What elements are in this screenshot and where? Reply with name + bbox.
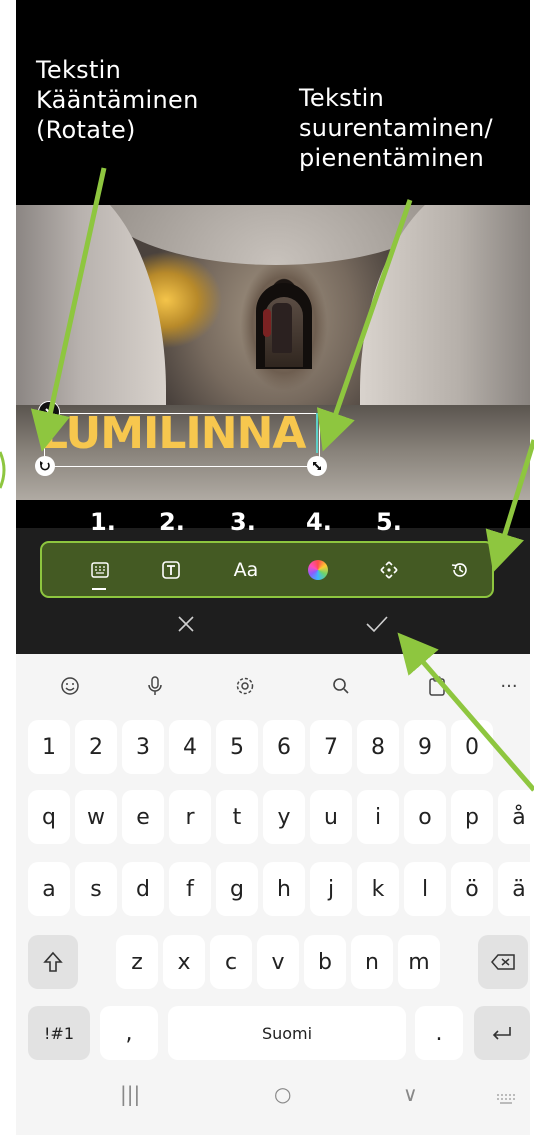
left-edge-arrow-fragment (0, 451, 6, 489)
color-wheel-icon[interactable] (303, 555, 333, 585)
check-icon[interactable] (365, 615, 389, 637)
letter-key-row3-5[interactable]: n (351, 935, 393, 989)
letter-key-row1-8[interactable]: o (404, 790, 446, 844)
letter-key-row3-6[interactable]: m (398, 935, 440, 989)
symbols-key[interactable]: !#1 (28, 1006, 90, 1060)
text-style-icon[interactable] (156, 555, 186, 585)
letter-key-row1-7[interactable]: i (357, 790, 399, 844)
space-key[interactable]: Suomi (168, 1006, 406, 1060)
letter-key-row1-0[interactable]: q (28, 790, 70, 844)
rotate-annotation-line3: (Rotate) (36, 116, 136, 144)
number-key-1[interactable]: 2 (75, 720, 117, 774)
font-button[interactable]: Aa (226, 555, 266, 585)
letter-key-row2-8[interactable]: l (404, 862, 446, 916)
number-key-0[interactable]: 1 (28, 720, 70, 774)
phone-screen: Tekstin Kääntäminen (Rotate) Tekstin suu… (16, 0, 530, 1135)
letter-key-row1-4[interactable]: t (216, 790, 258, 844)
letter-key-row1-10[interactable]: å (498, 790, 530, 844)
letter-key-row3-1[interactable]: x (163, 935, 205, 989)
number-key-9[interactable]: 0 (451, 720, 493, 774)
emoji-icon[interactable] (55, 674, 85, 698)
letter-key-row3-3[interactable]: v (257, 935, 299, 989)
letter-key-row1-6[interactable]: u (310, 790, 352, 844)
letter-key-row2-0[interactable]: a (28, 862, 70, 916)
confirm-bar (16, 600, 530, 654)
home-button[interactable]: ○ (274, 1082, 291, 1106)
letter-key-row3-0[interactable]: z (116, 935, 158, 989)
keyboard-hide-icon[interactable] (496, 1086, 516, 1110)
resize-annotation-line1: Tekstin (299, 84, 385, 112)
letter-key-row2-7[interactable]: k (357, 862, 399, 916)
enter-key[interactable] (474, 1006, 530, 1060)
number-key-3[interactable]: 4 (169, 720, 211, 774)
step-number-1: 1. (90, 508, 116, 536)
rotate-annotation: Tekstin Kääntäminen (Rotate) (36, 55, 199, 145)
back-button[interactable]: ∨ (403, 1082, 418, 1106)
shift-key[interactable] (28, 935, 78, 989)
more-icon[interactable]: ··· (494, 674, 524, 698)
step-number-2: 2. (159, 508, 185, 536)
letter-key-row3-2[interactable]: c (210, 935, 252, 989)
letter-key-row1-2[interactable]: e (122, 790, 164, 844)
delete-handle-icon[interactable] (38, 401, 60, 423)
letter-key-row2-10[interactable]: ä (498, 862, 530, 916)
letter-key-row1-3[interactable]: r (169, 790, 211, 844)
letter-key-row3-4[interactable]: b (304, 935, 346, 989)
recents-button[interactable]: ||| (120, 1082, 140, 1106)
step-number-4: 4. (306, 508, 332, 536)
resize-annotation: Tekstin suurentaminen/ pienentäminen (299, 83, 493, 173)
letter-key-row1-5[interactable]: y (263, 790, 305, 844)
photo-person (272, 303, 292, 353)
rotate-handle-icon[interactable] (35, 456, 55, 476)
period-key[interactable]: . (415, 1006, 463, 1060)
number-key-7[interactable]: 8 (357, 720, 399, 774)
photo-person-red (263, 309, 271, 337)
number-key-6[interactable]: 7 (310, 720, 352, 774)
step-number-3: 3. (230, 508, 256, 536)
mic-icon[interactable] (140, 674, 170, 698)
rotate-annotation-line1: Tekstin (36, 56, 122, 84)
resize-annotation-line3: pienentäminen (299, 144, 485, 172)
letter-key-row1-9[interactable]: p (451, 790, 493, 844)
search-icon[interactable] (326, 674, 356, 698)
text-sticker[interactable]: LUMILINNA (40, 408, 306, 459)
resize-annotation-line2: suurentaminen/ (299, 114, 493, 142)
letter-key-row2-6[interactable]: j (310, 862, 352, 916)
number-key-2[interactable]: 3 (122, 720, 164, 774)
letter-key-row2-3[interactable]: f (169, 862, 211, 916)
letter-key-row2-2[interactable]: d (122, 862, 164, 916)
resize-handle-icon[interactable] (307, 456, 327, 476)
rotate-annotation-line2: Kääntäminen (36, 86, 199, 114)
backspace-key[interactable] (478, 935, 528, 989)
letter-key-row1-1[interactable]: w (75, 790, 117, 844)
keyboard-tab-indicator (92, 588, 106, 590)
settings-icon[interactable] (230, 674, 260, 698)
move-icon[interactable] (374, 555, 404, 585)
text-cursor (316, 413, 318, 453)
history-icon[interactable] (445, 555, 475, 585)
close-icon[interactable] (176, 614, 196, 638)
keyboard-icon[interactable] (85, 555, 115, 585)
clipboard-icon[interactable] (422, 674, 452, 698)
step-number-5: 5. (376, 508, 402, 536)
letter-key-row2-4[interactable]: g (216, 862, 258, 916)
letter-key-row2-1[interactable]: s (75, 862, 117, 916)
comma-key[interactable]: , (100, 1006, 158, 1060)
letter-key-row2-9[interactable]: ö (451, 862, 493, 916)
number-key-5[interactable]: 6 (263, 720, 305, 774)
number-key-8[interactable]: 9 (404, 720, 446, 774)
letter-key-row2-5[interactable]: h (263, 862, 305, 916)
number-key-4[interactable]: 5 (216, 720, 258, 774)
